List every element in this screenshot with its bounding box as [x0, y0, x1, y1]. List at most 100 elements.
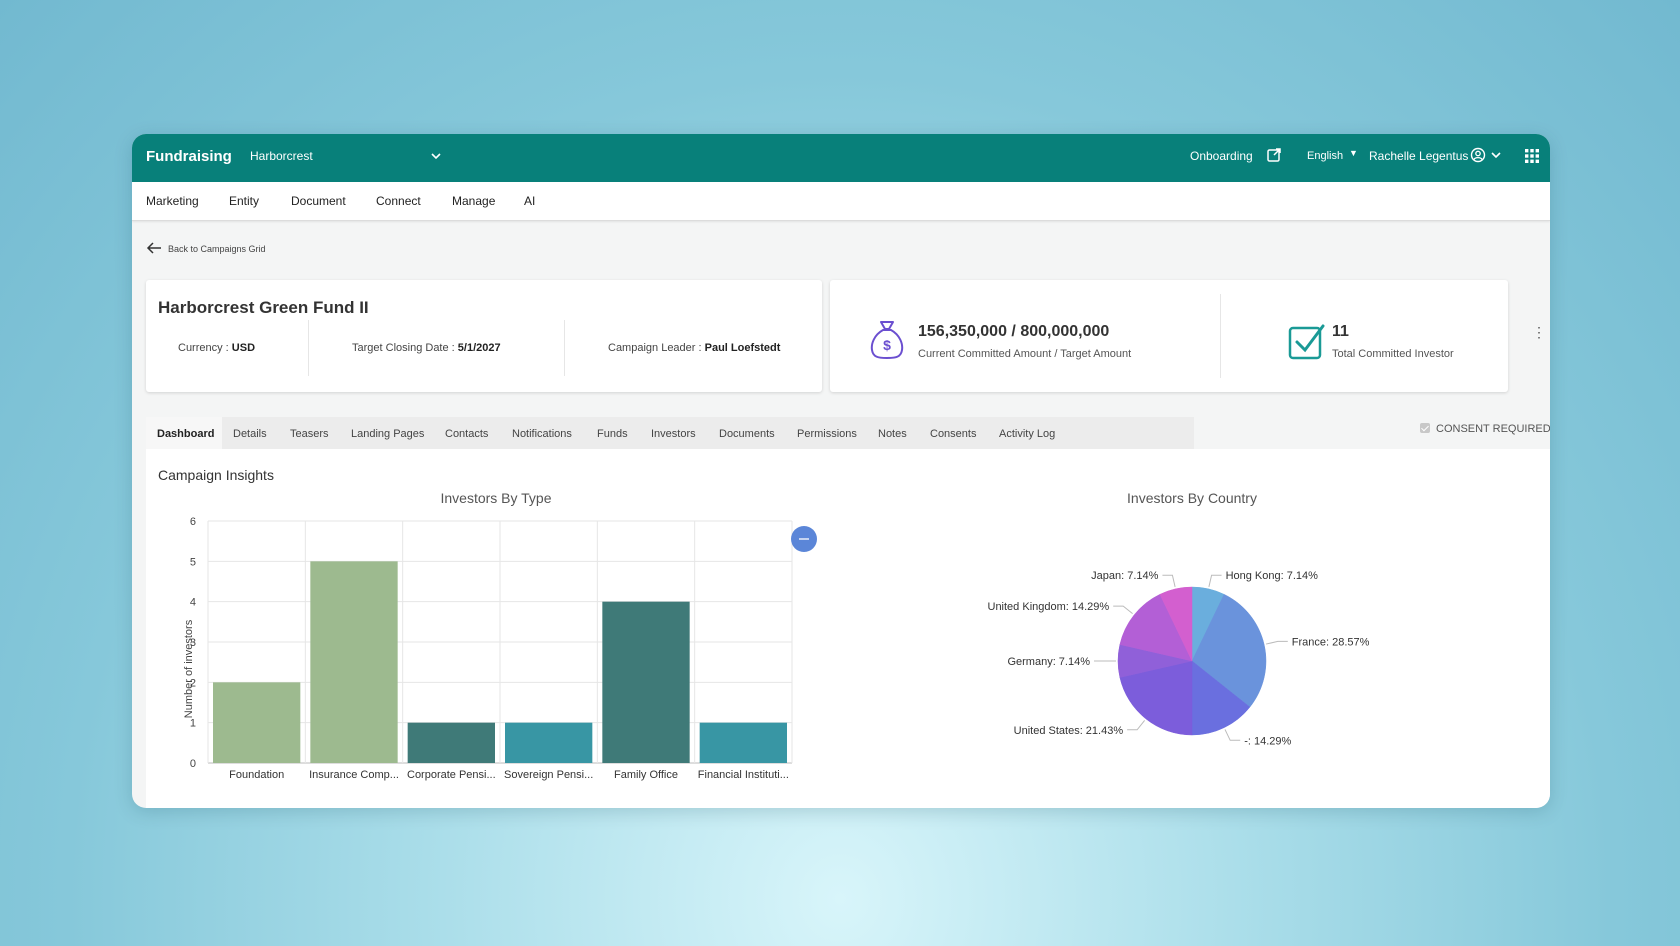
- tab-teasers[interactable]: Teasers: [290, 428, 329, 440]
- pie-slice-label: Hong Kong: 7.14%: [1226, 570, 1319, 582]
- tab-details[interactable]: Details: [233, 428, 267, 440]
- nav-ai[interactable]: AI: [524, 194, 535, 208]
- divider: [564, 320, 565, 376]
- currency-value: USD: [231, 342, 256, 354]
- x-tick-label: Family Office: [614, 769, 678, 781]
- tab-contacts[interactable]: Contacts: [445, 428, 488, 440]
- tab-notifications[interactable]: Notifications: [512, 428, 572, 440]
- pie-slice-label: United Kingdom: 14.29%: [988, 601, 1110, 613]
- pie-slice-label: -: 14.29%: [1244, 735, 1291, 747]
- money-bag-icon: $: [870, 321, 904, 360]
- bar[interactable]: [505, 722, 593, 763]
- y-tick-label: 6: [190, 516, 196, 528]
- chart-zoom-button[interactable]: [791, 526, 817, 552]
- y-tick-label: 5: [190, 556, 196, 568]
- campaign-leader-field: Campaign Leader : Paul Loefstedt: [608, 342, 780, 354]
- x-tick-label: Insurance Comp...: [309, 769, 399, 781]
- pie-leader-line: [1265, 640, 1288, 645]
- y-tick-label: 4: [190, 597, 196, 609]
- chevron-down-icon[interactable]: [429, 149, 443, 163]
- pie-leader-line: [1224, 729, 1241, 741]
- pie-leader-line: [1208, 574, 1222, 588]
- pie-slice-label: Germany: 7.14%: [1007, 656, 1090, 668]
- pie-leader-line: [1127, 720, 1146, 731]
- pie-slice-label: Japan: 7.14%: [1091, 570, 1158, 582]
- closing-date-field: Target Closing Date : 5/1/2027: [352, 342, 501, 354]
- nav-document[interactable]: Document: [291, 194, 346, 208]
- committed-amount: 156,350,000 / 800,000,000: [918, 323, 1110, 340]
- closing-date-label: Target Closing Date :: [352, 342, 458, 354]
- nav-manage[interactable]: Manage: [452, 194, 495, 208]
- bar[interactable]: [602, 601, 690, 763]
- x-tick-label: Financial Instituti...: [698, 769, 789, 781]
- arrow-left-icon[interactable]: [146, 241, 162, 255]
- caret-down-icon[interactable]: ▼: [1349, 148, 1358, 158]
- stats-card: $ 156,350,000 / 800,000,000 Current Comm…: [830, 280, 1508, 392]
- pie-leader-line: [1162, 574, 1176, 588]
- apps-grid-icon[interactable]: [1525, 149, 1539, 163]
- y-tick-label: 3: [190, 637, 196, 649]
- dashboard-panel: Campaign Insights Investors By Type Numb…: [146, 449, 1550, 808]
- x-tick-label: Sovereign Pensi...: [504, 769, 593, 781]
- y-tick-label: 2: [190, 677, 196, 689]
- fund-info-card: Harborcrest Green Fund II Currency : USD…: [146, 280, 822, 392]
- x-tick-label: Corporate Pensi...: [407, 769, 496, 781]
- committed-investor-count: 11: [1332, 323, 1349, 340]
- closing-date-value: 5/1/2027: [457, 342, 501, 354]
- onboarding-link[interactable]: Onboarding: [1190, 149, 1253, 163]
- committed-amount-label: Current Committed Amount / Target Amount: [918, 348, 1132, 360]
- language-selector[interactable]: English: [1307, 150, 1343, 162]
- svg-text:$: $: [883, 337, 891, 353]
- tab-consents[interactable]: Consents: [930, 428, 976, 440]
- consent-required-checkbox[interactable]: CONSENT REQUIRED: [1420, 423, 1550, 435]
- external-link-icon[interactable]: [1266, 147, 1282, 163]
- currency-field: Currency : USD: [178, 342, 255, 354]
- nav-marketing[interactable]: Marketing: [146, 194, 199, 208]
- back-link-label: Back to Campaigns Grid: [168, 244, 266, 254]
- investors-by-type-chart: Investors By Type Number of investors 0 1…: [183, 490, 817, 781]
- kebab-icon[interactable]: ⋮: [1532, 324, 1546, 341]
- user-menu[interactable]: Rachelle Legentus: [1369, 149, 1468, 163]
- y-tick-label: 0: [190, 758, 196, 770]
- nav-connect[interactable]: Connect: [376, 194, 421, 208]
- tab-dashboard[interactable]: Dashboard: [157, 428, 214, 440]
- bar[interactable]: [213, 682, 301, 763]
- app-window: Fundraising Harborcrest Onboarding Engli…: [132, 134, 1550, 808]
- bar-chart-ylabel: Number of investors: [183, 619, 195, 718]
- main-nav: Marketing Entity Document Connect Manage…: [132, 182, 1550, 221]
- consent-required-label: CONSENT REQUIRED: [1436, 423, 1550, 435]
- committed-investor-label: Total Committed Investor: [1332, 348, 1454, 360]
- bar-chart-labels: Foundation Insurance Comp... Corporate Pen…: [229, 769, 789, 781]
- campaign-leader-value: Paul Loefstedt: [704, 342, 781, 354]
- nav-entity[interactable]: Entity: [229, 194, 259, 208]
- pie-slice-label: United States: 21.43%: [1014, 725, 1124, 737]
- x-tick-label: Foundation: [229, 769, 284, 781]
- chevron-down-icon[interactable]: [1490, 149, 1502, 161]
- fund-title: Harborcrest Green Fund II: [158, 298, 369, 317]
- bar-chart-title: Investors By Type: [440, 490, 551, 506]
- tab-landing-pages[interactable]: Landing Pages: [351, 428, 424, 440]
- currency-label: Currency :: [178, 342, 232, 354]
- tab-notes[interactable]: Notes: [878, 428, 907, 440]
- bar[interactable]: [699, 722, 787, 763]
- brand-title: Fundraising: [146, 148, 232, 165]
- tab-permissions[interactable]: Permissions: [797, 428, 857, 440]
- pie-leader-line: [1113, 605, 1133, 615]
- investors-by-country-chart: Investors By Country Hong Kong: 7.14% Fra…: [988, 490, 1370, 747]
- bar[interactable]: [407, 722, 495, 763]
- tab-activity-log[interactable]: Activity Log: [999, 428, 1055, 440]
- campaign-tabs: Dashboard Details Teasers Landing Pages …: [146, 417, 1194, 449]
- user-circle-icon[interactable]: [1470, 147, 1486, 163]
- checkbox-icon[interactable]: [1420, 423, 1430, 433]
- bar[interactable]: [310, 561, 398, 763]
- tab-investors[interactable]: Investors: [651, 428, 696, 440]
- top-bar: Fundraising Harborcrest Onboarding Engli…: [132, 134, 1550, 182]
- divider: [308, 320, 309, 376]
- pie-chart-title: Investors By Country: [1127, 490, 1257, 506]
- checkbox-check-icon: [1288, 324, 1325, 360]
- tab-funds[interactable]: Funds: [597, 428, 628, 440]
- y-tick-label: 1: [190, 718, 196, 730]
- entity-selector[interactable]: Harborcrest: [250, 149, 313, 163]
- pie-slice-label: France: 28.57%: [1292, 636, 1370, 648]
- tab-documents[interactable]: Documents: [719, 428, 775, 440]
